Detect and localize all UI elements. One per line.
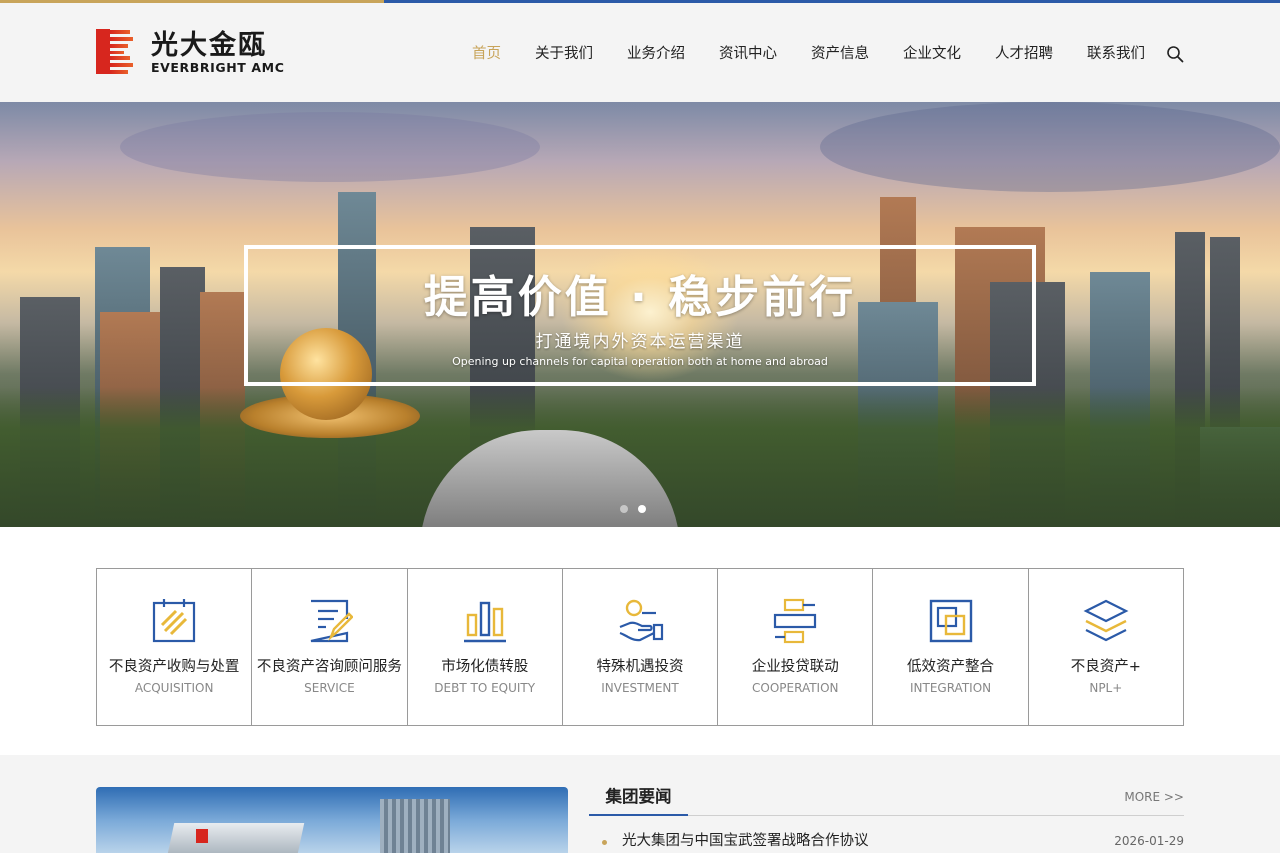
edit-document-icon: [311, 599, 354, 643]
service-consulting[interactable]: 不良资产咨询顾问服务 SERVICE: [252, 569, 408, 725]
banner-cloud: [120, 112, 540, 182]
banner-dot-2[interactable]: [638, 505, 646, 513]
service-label-cn: 市场化债转股: [441, 659, 529, 675]
main-nav: 首页 关于我们 业务介绍 资讯中心 资产信息 企业文化 人才招聘 联系我们: [455, 3, 1162, 102]
service-label-cn: 不良资产咨询顾问服务: [256, 659, 402, 675]
news-image-logo-sign: [196, 829, 208, 843]
nav-item-about[interactable]: 关于我们: [518, 42, 610, 63]
nav-item-assets[interactable]: 资产信息: [794, 42, 886, 63]
site-logo[interactable]: 光大金瓯 EVERBRIGHT AMC: [96, 29, 286, 77]
service-npl-plus[interactable]: 不良资产+ NPL+: [1028, 569, 1183, 725]
gavel-document-icon: [153, 599, 196, 643]
service-label-cn: 特殊机遇投资: [596, 659, 684, 675]
service-acquisition[interactable]: 不良资产收购与处置 ACQUISITION: [97, 569, 253, 725]
service-label-en: DEBT TO EQUITY: [434, 681, 536, 695]
service-grid: 不良资产收购与处置 ACQUISITION 不良资产咨询顾问服务 SERVICE…: [96, 568, 1184, 726]
service-investment[interactable]: 特殊机遇投资 INVESTMENT: [562, 569, 719, 725]
news-image-tower: [380, 799, 450, 853]
news-image-building: [165, 823, 305, 853]
news-feature-image[interactable]: [96, 787, 568, 853]
service-label-cn: 不良资产+: [1070, 659, 1141, 675]
banner-title: 提高价值 · 稳步前行: [423, 272, 857, 323]
news-bullet: [602, 840, 607, 845]
banner-dot-1[interactable]: [620, 505, 628, 513]
nav-item-home[interactable]: 首页: [455, 42, 518, 63]
service-label-en: ACQUISITION: [134, 681, 214, 695]
service-label-cn: 低效资产整合: [907, 659, 995, 675]
service-integration[interactable]: 低效资产整合 INTEGRATION: [873, 569, 1029, 725]
logo-name-cn: 光大金瓯: [151, 30, 267, 61]
hand-coin-icon: [619, 599, 664, 642]
logo-name-en: EVERBRIGHT AMC: [151, 60, 285, 75]
news-item-title: 光大集团与中国宝武签署战略合作协议: [622, 833, 869, 849]
news-item-date: 2026-01-29: [1114, 834, 1184, 848]
overlap-squares-icon: [929, 599, 972, 643]
service-label-en: INVESTMENT: [601, 681, 679, 695]
layers-icon: [1083, 599, 1129, 642]
logo-mark-icon: [96, 29, 133, 74]
service-label-en: INTEGRATION: [909, 681, 992, 695]
service-cooperation[interactable]: 企业投贷联动 COOPERATION: [718, 569, 874, 725]
nav-item-news[interactable]: 资讯中心: [702, 42, 794, 63]
news-list-item[interactable]: 光大集团与中国宝武签署战略合作协议 2026-01-29: [589, 830, 1184, 852]
nav-item-culture[interactable]: 企业文化: [886, 42, 978, 63]
banner-cloud: [820, 102, 1280, 192]
linked-blocks-icon: [774, 598, 817, 644]
news-header: 集团要闻 MORE >>: [589, 787, 1184, 816]
hero-banner[interactable]: 提高价值 · 稳步前行 打通境内外资本运营渠道 Opening up chann…: [0, 102, 1280, 527]
nav-item-contact[interactable]: 联系我们: [1070, 42, 1162, 63]
site-header: 光大金瓯 EVERBRIGHT AMC 首页 关于我们 业务介绍 资讯中心 资产…: [0, 3, 1280, 102]
nav-item-business[interactable]: 业务介绍: [610, 42, 702, 63]
banner-subtitle: 打通境内外资本运营渠道: [535, 332, 745, 352]
nav-item-careers[interactable]: 人才招聘: [978, 42, 1070, 63]
service-label-en: COOPERATION: [752, 681, 839, 695]
news-title[interactable]: 集团要闻: [589, 787, 688, 816]
service-debt-to-equity[interactable]: 市场化债转股 DEBT TO EQUITY: [407, 569, 563, 725]
news-more-link[interactable]: MORE >>: [1124, 790, 1184, 804]
bar-chart-icon: [463, 601, 506, 643]
service-label-en: SERVICE: [304, 681, 355, 695]
banner-pagination: [620, 505, 646, 513]
banner-subtitle-en: Opening up channels for capital operatio…: [452, 355, 828, 368]
service-label-cn: 企业投贷联动: [751, 659, 839, 675]
search-icon[interactable]: [1166, 45, 1184, 63]
service-label-cn: 不良资产收购与处置: [108, 659, 240, 675]
service-label-en: NPL+: [1089, 681, 1123, 695]
